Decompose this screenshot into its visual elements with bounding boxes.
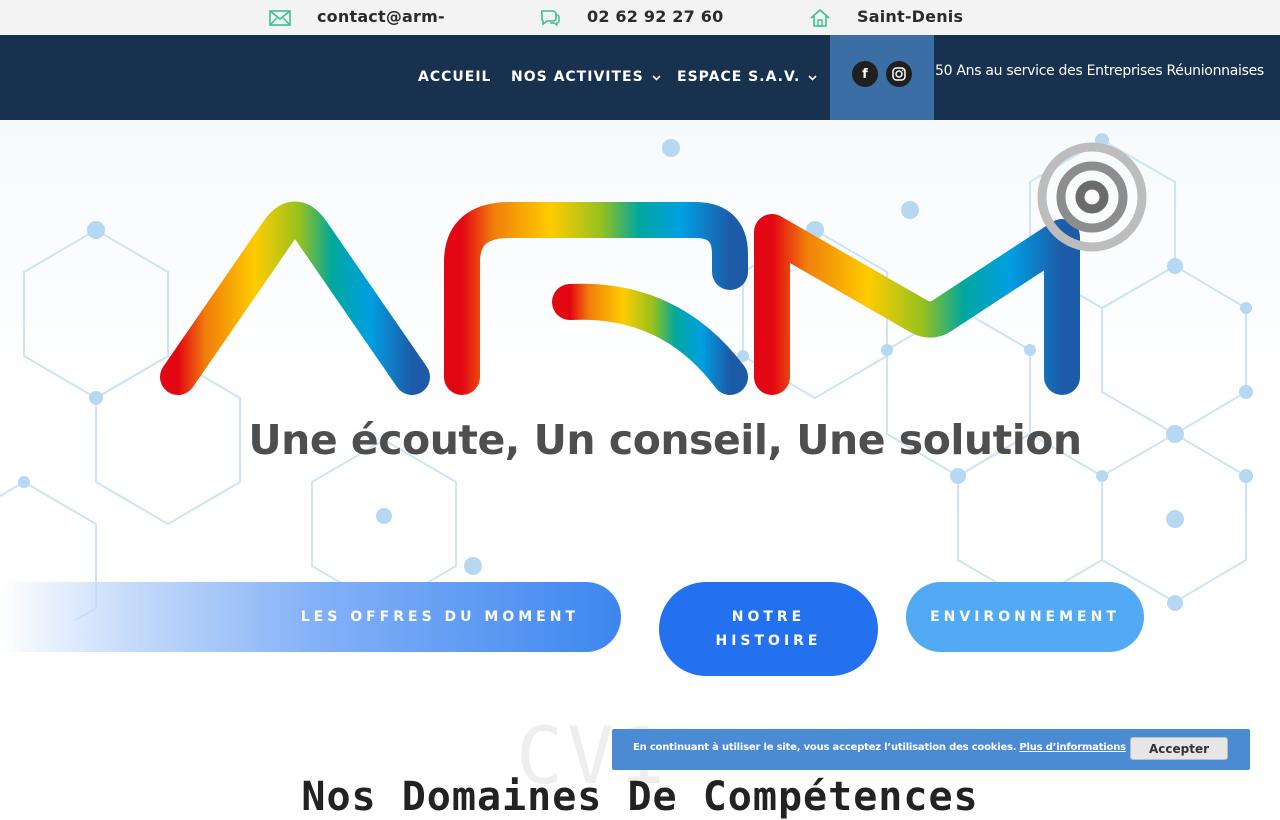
chevron-down-icon xyxy=(652,73,661,84)
main-nav: ACCUEIL NOS ACTIVITES ESPACE S.A.V. f 50… xyxy=(0,35,1280,120)
cookie-message: En continuant à utiliser le site, vous a… xyxy=(633,742,1126,753)
phone-link[interactable]: 02 62 92 27 60 xyxy=(587,7,723,26)
top-info-bar: contact@arm- 02 62 92 27 60 Saint-Denis xyxy=(0,0,1280,35)
mail-icon xyxy=(269,8,291,28)
email-link[interactable]: contact@arm- xyxy=(317,7,445,26)
nav-label: ACCUEIL xyxy=(418,69,492,85)
tagline: 50 Ans au service des Entreprises Réunio… xyxy=(935,63,1264,79)
cookie-banner: En continuant à utiliser le site, vous a… xyxy=(612,729,1250,770)
location-text: Saint-Denis xyxy=(857,7,964,26)
social-links: f xyxy=(830,35,934,120)
environnement-button[interactable]: ENVIRONNEMENT xyxy=(906,582,1144,652)
nav-item-espace-sav[interactable]: ESPACE S.A.V. xyxy=(677,69,817,85)
afm-logo xyxy=(160,142,1147,395)
chevron-down-icon xyxy=(808,73,817,84)
chat-icon xyxy=(539,8,561,28)
hero-banner: Une écoute, Un conseil, Une solution xyxy=(0,120,1280,620)
nav-item-accueil[interactable]: ACCUEIL xyxy=(418,69,491,85)
home-icon xyxy=(809,8,831,28)
accept-cookies-button[interactable]: Accepter xyxy=(1130,737,1228,760)
nav-label: NOS ACTIVITES xyxy=(511,69,644,85)
facebook-icon[interactable]: f xyxy=(852,61,878,87)
nav-item-nos-activites[interactable]: NOS ACTIVITES xyxy=(511,69,661,85)
instagram-icon[interactable] xyxy=(886,61,912,87)
offres-du-moment-button[interactable]: LES OFFRES DU MOMENT xyxy=(0,582,621,652)
notre-histoire-label: NOTRE HISTOIRE xyxy=(715,609,822,649)
section-title: Nos Domaines De Compétences xyxy=(301,774,979,820)
notre-histoire-button[interactable]: NOTRE HISTOIRE xyxy=(659,582,878,676)
cookie-more-info-link[interactable]: Plus d’informations xyxy=(1019,742,1126,753)
hero-slogan: Une écoute, Un conseil, Une solution xyxy=(248,416,1082,464)
nav-label: ESPACE S.A.V. xyxy=(677,69,801,85)
